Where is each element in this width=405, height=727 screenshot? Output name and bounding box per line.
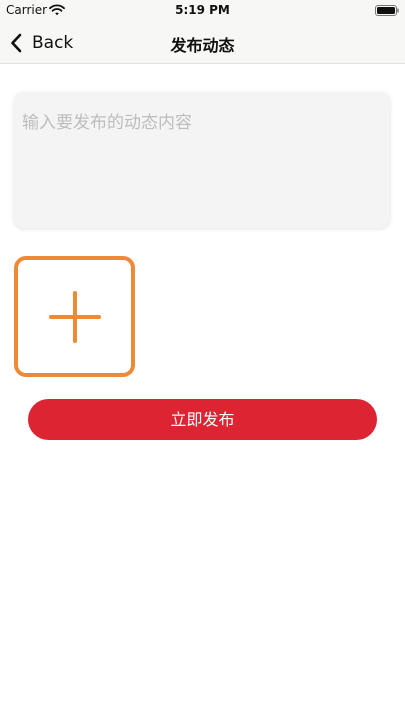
plus-icon (49, 291, 101, 343)
post-content-input[interactable] (14, 92, 390, 228)
page-title: 发布动态 (170, 36, 235, 55)
status-bar: Carrier 5:19 PM (0, 0, 405, 22)
status-time: 5:19 PM (175, 3, 230, 17)
battery-icon (375, 5, 399, 16)
publish-button[interactable]: 立即发布 (28, 399, 377, 440)
navigation-bar: Back 发布动态 (0, 22, 405, 64)
add-image-button[interactable] (14, 256, 135, 377)
content-box (14, 92, 390, 228)
